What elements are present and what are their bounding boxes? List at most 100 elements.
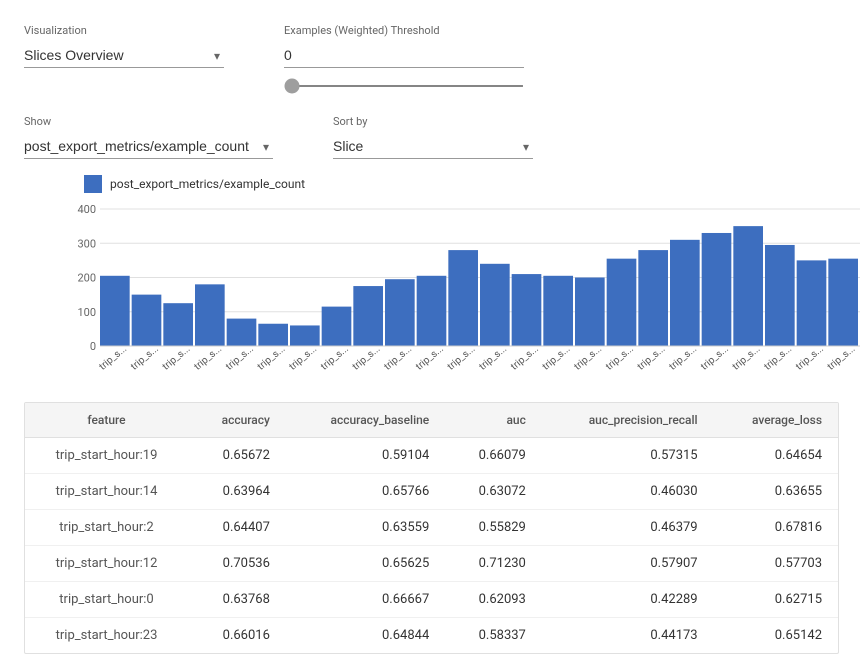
- cell-average-loss: 0.63655: [714, 474, 838, 510]
- cell-accuracy: 0.64407: [188, 510, 286, 546]
- cell-accuracy-baseline: 0.63559: [286, 510, 445, 546]
- cell-feature: trip_start_hour:23: [25, 618, 188, 654]
- cell-accuracy-baseline: 0.59104: [286, 438, 445, 474]
- svg-text:trip_s...: trip_s...: [541, 343, 573, 372]
- controls-bottom: Show post_export_metrics/example_count ▾…: [24, 115, 839, 159]
- sort-by-group: Sort by Slice ▾: [333, 115, 533, 159]
- svg-text:trip_s...: trip_s...: [794, 343, 826, 372]
- table-body: trip_start_hour:19 0.65672 0.59104 0.660…: [25, 438, 838, 654]
- svg-text:trip_s...: trip_s...: [826, 343, 858, 372]
- col-header-auc: auc: [445, 403, 542, 438]
- cell-feature: trip_start_hour:0: [25, 582, 188, 618]
- cell-accuracy-baseline: 0.66667: [286, 582, 445, 618]
- chart-area: 0100200300400trip_s...trip_s...trip_s...…: [64, 201, 839, 386]
- legend-label: post_export_metrics/example_count: [110, 177, 305, 191]
- threshold-input[interactable]: [284, 43, 524, 68]
- svg-text:trip_s...: trip_s...: [604, 343, 636, 372]
- svg-text:0: 0: [90, 340, 96, 353]
- threshold-label: Examples (Weighted) Threshold: [284, 24, 524, 37]
- cell-auc-precision-recall: 0.46379: [542, 510, 714, 546]
- show-group: Show post_export_metrics/example_count ▾: [24, 115, 273, 159]
- svg-text:trip_s...: trip_s...: [699, 343, 731, 372]
- cell-auc: 0.55829: [445, 510, 542, 546]
- svg-text:300: 300: [77, 237, 96, 250]
- svg-text:100: 100: [77, 306, 96, 319]
- threshold-slider-container: [284, 76, 524, 91]
- cell-accuracy: 0.66016: [188, 618, 286, 654]
- cell-accuracy: 0.63768: [188, 582, 286, 618]
- cell-feature: trip_start_hour:14: [25, 474, 188, 510]
- show-label: Show: [24, 115, 273, 128]
- show-select[interactable]: post_export_metrics/example_count: [24, 134, 273, 159]
- cell-accuracy-baseline: 0.64844: [286, 618, 445, 654]
- svg-text:200: 200: [77, 272, 96, 285]
- svg-text:trip_s...: trip_s...: [572, 343, 604, 372]
- table-row: trip_start_hour:14 0.63964 0.65766 0.630…: [25, 474, 838, 510]
- svg-text:trip_s...: trip_s...: [667, 343, 699, 372]
- col-header-feature: feature: [25, 403, 188, 438]
- visualization-label: Visualization: [24, 24, 224, 37]
- threshold-group: Examples (Weighted) Threshold: [284, 24, 524, 91]
- svg-text:trip_s...: trip_s...: [762, 343, 794, 372]
- visualization-group: Visualization Slices Overview ▾: [24, 24, 224, 91]
- table-row: trip_start_hour:12 0.70536 0.65625 0.712…: [25, 546, 838, 582]
- cell-average-loss: 0.65142: [714, 618, 838, 654]
- chart-legend: post_export_metrics/example_count: [84, 175, 839, 193]
- cell-feature: trip_start_hour:19: [25, 438, 188, 474]
- svg-text:trip_s...: trip_s...: [161, 343, 193, 372]
- cell-average-loss: 0.62715: [714, 582, 838, 618]
- svg-text:trip_s...: trip_s...: [636, 343, 668, 372]
- table-row: trip_start_hour:19 0.65672 0.59104 0.660…: [25, 438, 838, 474]
- legend-color-box: [84, 175, 102, 193]
- svg-text:trip_s...: trip_s...: [256, 343, 288, 372]
- svg-text:trip_s...: trip_s...: [382, 343, 414, 372]
- cell-auc: 0.62093: [445, 582, 542, 618]
- cell-accuracy: 0.70536: [188, 546, 286, 582]
- cell-feature: trip_start_hour:2: [25, 510, 188, 546]
- cell-auc-precision-recall: 0.46030: [542, 474, 714, 510]
- cell-auc: 0.58337: [445, 618, 542, 654]
- cell-accuracy-baseline: 0.65625: [286, 546, 445, 582]
- col-header-average-loss: average_loss: [714, 403, 838, 438]
- svg-text:trip_s...: trip_s...: [731, 343, 763, 372]
- svg-text:400: 400: [77, 203, 96, 216]
- col-header-auc-precision-recall: auc_precision_recall: [542, 403, 714, 438]
- sort-by-label: Sort by: [333, 115, 533, 128]
- cell-auc-precision-recall: 0.57315: [542, 438, 714, 474]
- col-header-accuracy: accuracy: [188, 403, 286, 438]
- cell-accuracy: 0.63964: [188, 474, 286, 510]
- threshold-slider[interactable]: [284, 85, 524, 87]
- visualization-select[interactable]: Slices Overview: [24, 43, 224, 68]
- cell-auc: 0.66079: [445, 438, 542, 474]
- svg-text:trip_s...: trip_s...: [477, 343, 509, 372]
- sort-by-select-wrapper[interactable]: Slice ▾: [333, 134, 533, 159]
- controls-top: Visualization Slices Overview ▾ Examples…: [24, 16, 839, 91]
- svg-text:trip_s...: trip_s...: [351, 343, 383, 372]
- bar-chart: 0100200300400trip_s...trip_s...trip_s...…: [64, 201, 863, 386]
- cell-auc-precision-recall: 0.42289: [542, 582, 714, 618]
- cell-average-loss: 0.64654: [714, 438, 838, 474]
- table-row: trip_start_hour:23 0.66016 0.64844 0.583…: [25, 618, 838, 654]
- svg-text:trip_s...: trip_s...: [97, 343, 129, 372]
- table-row: trip_start_hour:2 0.64407 0.63559 0.5582…: [25, 510, 838, 546]
- table-header: feature accuracy accuracy_baseline auc a…: [25, 403, 838, 438]
- svg-text:trip_s...: trip_s...: [224, 343, 256, 372]
- svg-text:trip_s...: trip_s...: [414, 343, 446, 372]
- cell-average-loss: 0.67816: [714, 510, 838, 546]
- svg-text:trip_s...: trip_s...: [129, 343, 161, 372]
- svg-text:trip_s...: trip_s...: [446, 343, 478, 372]
- table-header-row: feature accuracy accuracy_baseline auc a…: [25, 403, 838, 438]
- cell-accuracy: 0.65672: [188, 438, 286, 474]
- cell-accuracy-baseline: 0.65766: [286, 474, 445, 510]
- cell-feature: trip_start_hour:12: [25, 546, 188, 582]
- table-row: trip_start_hour:0 0.63768 0.66667 0.6209…: [25, 582, 838, 618]
- svg-text:trip_s...: trip_s...: [287, 343, 319, 372]
- data-table-container: feature accuracy accuracy_baseline auc a…: [24, 402, 839, 654]
- sort-by-select[interactable]: Slice: [333, 134, 533, 159]
- show-select-wrapper[interactable]: post_export_metrics/example_count ▾: [24, 134, 273, 159]
- svg-text:trip_s...: trip_s...: [509, 343, 541, 372]
- cell-auc-precision-recall: 0.44173: [542, 618, 714, 654]
- visualization-select-wrapper[interactable]: Slices Overview ▾: [24, 43, 224, 68]
- cell-auc: 0.71230: [445, 546, 542, 582]
- page-container: Visualization Slices Overview ▾ Examples…: [0, 0, 863, 670]
